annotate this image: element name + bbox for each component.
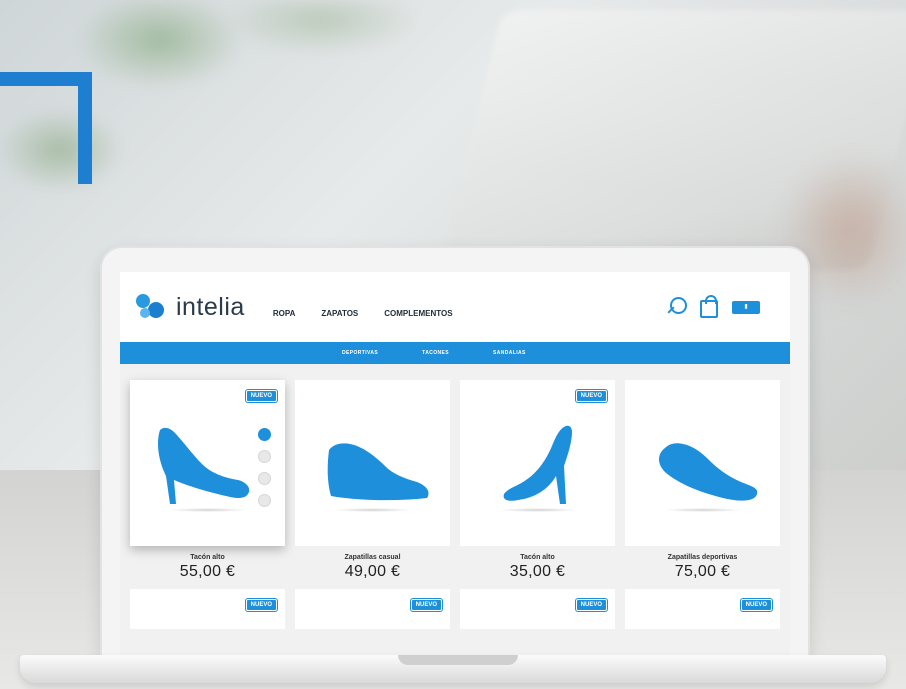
product-name[interactable]: Zapatillas deportivas bbox=[625, 554, 780, 561]
product-image-card[interactable]: NUEVO bbox=[460, 380, 615, 546]
product-grid: NUEVO Tacón alto 55,00 € Zapatillas casu… bbox=[120, 364, 790, 581]
site-header: intelia ROPA ZAPATOS COMPLEMENTOS ▮ bbox=[120, 272, 790, 342]
product-image-card[interactable] bbox=[625, 380, 780, 546]
product-card[interactable]: Zapatillas casual 49,00 € bbox=[295, 380, 450, 581]
product-grid-row-2: NUEVO NUEVO NUEVO NUEVO bbox=[120, 581, 790, 629]
shoe-shadow bbox=[498, 508, 578, 512]
laptop-notch bbox=[398, 655, 518, 665]
main-nav: ROPA ZAPATOS COMPLEMENTOS bbox=[273, 309, 453, 318]
product-card[interactable]: Zapatillas deportivas 75,00 € bbox=[625, 380, 780, 581]
product-name[interactable]: Tacón alto bbox=[130, 554, 285, 561]
product-card[interactable]: NUEVO Tacón alto 35,00 € bbox=[460, 380, 615, 581]
new-badge: NUEVO bbox=[575, 390, 607, 402]
search-icon[interactable] bbox=[666, 297, 687, 317]
sneaker-icon bbox=[659, 443, 758, 501]
nav-item-zapatos[interactable]: ZAPATOS bbox=[321, 309, 358, 318]
product-image-card[interactable]: NUEVO bbox=[295, 589, 450, 629]
new-badge: NUEVO bbox=[740, 599, 772, 611]
subnav-item-deportivas[interactable]: DEPORTIVAS bbox=[342, 350, 378, 356]
shoe-shadow bbox=[333, 508, 413, 512]
product-image-card[interactable]: NUEVO bbox=[625, 589, 780, 629]
product-image-card[interactable]: NUEVO bbox=[130, 589, 285, 629]
add-to-cart-icon[interactable] bbox=[258, 428, 271, 441]
logo-mark-icon bbox=[136, 294, 170, 320]
nav-item-ropa[interactable]: ROPA bbox=[273, 309, 296, 318]
laptop-screen: intelia ROPA ZAPATOS COMPLEMENTOS ▮ DEPO… bbox=[120, 272, 790, 656]
product-image-card[interactable]: NUEVO bbox=[130, 380, 285, 546]
product-price: 75,00 € bbox=[674, 563, 731, 580]
brand-logo[interactable]: intelia bbox=[136, 293, 245, 322]
compare-icon[interactable] bbox=[258, 472, 271, 485]
subnav-item-sandalias[interactable]: SANDALIAS bbox=[493, 350, 526, 356]
new-badge: NUEVO bbox=[410, 599, 442, 611]
cart-pill-button[interactable]: ▮ bbox=[732, 300, 760, 314]
corner-bracket-decoration bbox=[0, 72, 92, 184]
stiletto-icon bbox=[503, 425, 572, 504]
shopping-bag-icon[interactable] bbox=[700, 295, 718, 318]
product-price: 35,00 € bbox=[509, 563, 566, 580]
shoe-shadow bbox=[168, 508, 248, 512]
category-subnav: DEPORTIVAS TACONES SANDALIAS bbox=[120, 342, 790, 364]
product-image-card[interactable]: NUEVO bbox=[460, 589, 615, 629]
product-card[interactable]: NUEVO Tacón alto 55,00 € bbox=[130, 380, 285, 581]
new-badge: NUEVO bbox=[575, 599, 607, 611]
shoe-shadow bbox=[663, 508, 743, 512]
new-badge: NUEVO bbox=[245, 390, 277, 402]
favorite-icon[interactable] bbox=[258, 450, 271, 463]
new-badge: NUEVO bbox=[245, 599, 277, 611]
header-icons: ▮ bbox=[666, 295, 760, 318]
casual-shoe-icon bbox=[327, 443, 429, 501]
quick-actions bbox=[258, 428, 271, 507]
nav-item-complementos[interactable]: COMPLEMENTOS bbox=[384, 309, 452, 318]
laptop-frame: intelia ROPA ZAPATOS COMPLEMENTOS ▮ DEPO… bbox=[102, 248, 808, 656]
product-price: 55,00 € bbox=[179, 563, 236, 580]
logo-text: intelia bbox=[176, 292, 245, 321]
high-heel-icon bbox=[158, 427, 250, 504]
product-name[interactable]: Tacón alto bbox=[460, 554, 615, 561]
product-price: 49,00 € bbox=[344, 563, 401, 580]
quick-view-icon[interactable] bbox=[258, 494, 271, 507]
product-image-card[interactable] bbox=[295, 380, 450, 546]
product-name[interactable]: Zapatillas casual bbox=[295, 554, 450, 561]
subnav-item-tacones[interactable]: TACONES bbox=[422, 350, 449, 356]
